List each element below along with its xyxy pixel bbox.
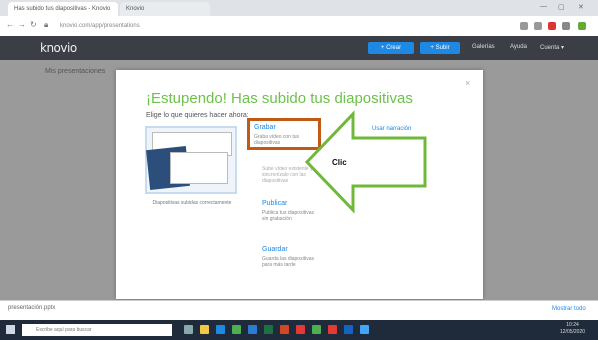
option-publish-link[interactable]: Publicar [262, 200, 287, 207]
create-button[interactable]: + Crear [368, 42, 414, 54]
back-icon[interactable]: ← [6, 20, 14, 29]
annotation-label: Clic [332, 158, 347, 167]
app-logo[interactable]: knovio [40, 41, 77, 55]
browser-tab-active[interactable]: Has subido tus diapositivas - Knovio [8, 2, 118, 16]
download-bar [0, 300, 598, 321]
account-menu[interactable]: Cuenta ▾ [540, 44, 564, 51]
extension-icon[interactable] [520, 22, 528, 30]
browser-tab[interactable]: Knovio [120, 2, 210, 16]
modal-subtitle: Elige lo que quieres hacer ahora: [146, 112, 249, 119]
task-view-icon[interactable] [184, 325, 193, 334]
close-icon[interactable]: × [465, 78, 470, 88]
show-all-link[interactable]: Mostrar todo [552, 306, 586, 312]
excel-icon[interactable] [264, 325, 273, 334]
slide-preview [170, 152, 228, 184]
edge-icon[interactable] [216, 325, 225, 334]
close-window-button[interactable]: ✕ [578, 3, 584, 11]
extension-icon[interactable] [548, 22, 556, 30]
maximize-button[interactable]: ▢ [558, 3, 565, 11]
forward-icon[interactable]: → [18, 20, 26, 29]
annotation-arrow [305, 110, 427, 214]
option-save-link[interactable]: Guardar [262, 246, 288, 253]
extension-icon[interactable] [562, 22, 570, 30]
minimize-button[interactable]: — [540, 3, 547, 10]
lock-icon: 🔒︎ [44, 20, 49, 29]
url-field[interactable]: knovio.com/app/presentations [60, 20, 440, 32]
extension-icon[interactable] [534, 22, 542, 30]
help-link[interactable]: Ayuda [510, 44, 527, 50]
app-header [0, 36, 598, 60]
file-explorer-icon[interactable] [200, 325, 209, 334]
taskbar-clock[interactable]: 10:24 12/05/2020 [560, 322, 585, 336]
app-icon[interactable] [232, 325, 241, 334]
app-icon[interactable] [360, 325, 369, 334]
modal-title: ¡Estupendo! Has subido tus diapositivas [146, 90, 413, 107]
app-icon[interactable] [344, 325, 353, 334]
taskbar-search-input[interactable]: Escribe aquí para buscar [22, 324, 172, 336]
app-icon[interactable] [328, 325, 337, 334]
word-icon[interactable] [248, 325, 257, 334]
powerpoint-icon[interactable] [280, 325, 289, 334]
chrome-icon[interactable] [312, 325, 321, 334]
reload-icon[interactable]: ↻ [30, 20, 37, 29]
windows-start-icon[interactable] [6, 325, 15, 334]
upload-button[interactable]: + Subir [420, 42, 460, 54]
galleries-link[interactable]: Galerías [472, 44, 495, 50]
page-title: Mis presentaciones [45, 68, 106, 75]
profile-icon[interactable] [578, 22, 586, 30]
clock-date: 12/05/2020 [560, 329, 586, 335]
option-save-desc: Guarda las diapositivas para más tarde [262, 256, 314, 268]
clock-time: 10:24 [566, 322, 579, 328]
download-item[interactable]: presentación.pptx [8, 305, 55, 311]
thumbnail-caption: Diapositivas subidas correctamente [152, 200, 232, 206]
app-icon[interactable] [296, 325, 305, 334]
